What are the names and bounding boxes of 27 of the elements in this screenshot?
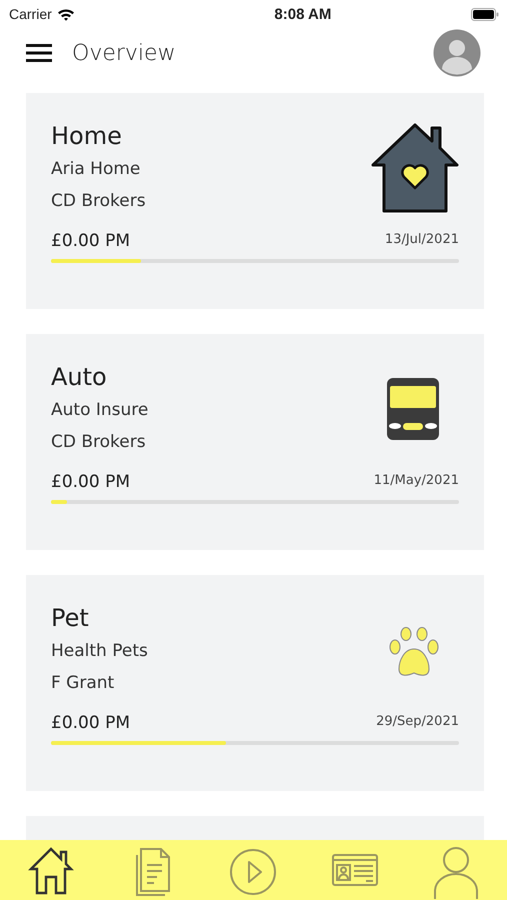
broker-name: F Grant: [51, 672, 114, 695]
renewal-date: 13/Jul/2021: [384, 232, 459, 247]
avatar-icon[interactable]: [433, 29, 481, 77]
premium-amount: £0.00 PM: [51, 472, 130, 492]
policy-card[interactable]: Home Aria Home CD Brokers £0.00 PM 13/Jul/2021: [26, 93, 484, 309]
policy-name: Health Pets: [51, 640, 148, 663]
menu-button[interactable]: [26, 43, 52, 63]
policy-card[interactable]: Pet Health Pets F Grant £0.00 PM 29/Sep/2021: [26, 575, 484, 791]
battery-icon: [471, 8, 499, 20]
premium-amount: £0.00 PM: [51, 231, 130, 251]
policy-card[interactable]: Auto Auto Insure CD Brokers £0.00 PM 11/May/2021: [26, 334, 484, 550]
broker-name: CD Brokers: [51, 190, 146, 213]
wifi-icon: [56, 8, 75, 20]
clock-time: 8:08 AM: [274, 6, 332, 22]
renewal-date: 29/Sep/2021: [376, 714, 459, 729]
van-icon: [385, 376, 441, 442]
policy-name: Auto Insure: [51, 399, 148, 422]
renewal-date: 11/May/2021: [374, 473, 459, 488]
house-icon: [371, 123, 459, 213]
card-title: Pet: [51, 603, 89, 634]
page-title: Overview: [72, 40, 177, 66]
broker-name: CD Brokers: [51, 431, 146, 454]
card-title: Auto: [51, 362, 107, 393]
card-title: Home: [51, 121, 122, 152]
premium-amount: £0.00 PM: [51, 713, 130, 733]
policy-name: Aria Home: [51, 158, 140, 181]
carrier-label: Carrier: [9, 6, 52, 22]
